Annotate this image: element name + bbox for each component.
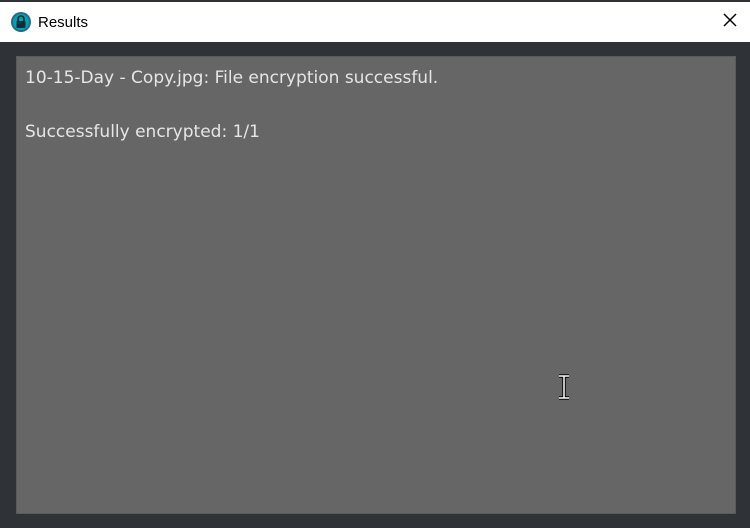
window-title: Results [38, 13, 89, 31]
result-line-blank [25, 92, 727, 119]
text-cursor-icon [557, 374, 571, 400]
lock-icon [10, 11, 32, 33]
title-bar[interactable]: Results [0, 2, 750, 42]
results-window: Results 10-15-Day - Copy.jpg: File encry… [0, 0, 750, 528]
result-line-summary: Successfully encrypted: 1/1 [25, 122, 260, 142]
results-output[interactable]: 10-15-Day - Copy.jpg: File encryption su… [16, 56, 736, 514]
close-button[interactable] [710, 2, 750, 42]
result-line-file: 10-15-Day - Copy.jpg: File encryption su… [25, 68, 439, 88]
close-icon [723, 12, 737, 32]
